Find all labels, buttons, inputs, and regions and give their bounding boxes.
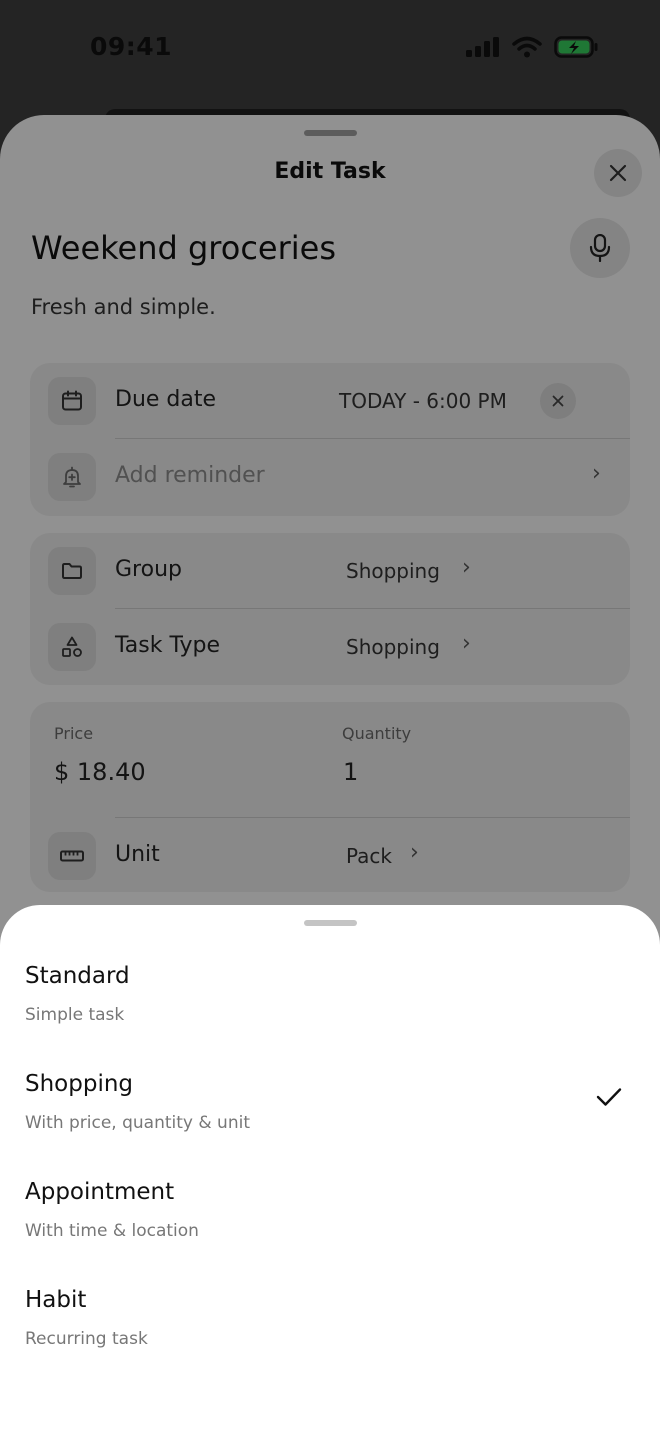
sheet-drag-handle[interactable] <box>304 920 357 926</box>
task-type-picker-sheet: Standard Simple task Shopping With price… <box>0 905 660 1434</box>
task-type-option-standard[interactable]: Standard Simple task <box>0 963 660 1063</box>
option-subtitle: Simple task <box>25 1005 125 1025</box>
task-type-option-habit[interactable]: Habit Recurring task <box>0 1287 660 1387</box>
option-title: Appointment <box>25 1179 175 1205</box>
option-title: Shopping <box>25 1071 134 1097</box>
option-title: Standard <box>25 963 130 989</box>
option-subtitle: Recurring task <box>25 1329 148 1349</box>
option-title: Habit <box>25 1287 87 1313</box>
option-subtitle: With price, quantity & unit <box>25 1113 250 1133</box>
task-type-option-appointment[interactable]: Appointment With time & location <box>0 1179 660 1279</box>
option-subtitle: With time & location <box>25 1221 199 1241</box>
checkmark-icon <box>596 1088 622 1106</box>
task-type-option-shopping[interactable]: Shopping With price, quantity & unit <box>0 1071 660 1171</box>
